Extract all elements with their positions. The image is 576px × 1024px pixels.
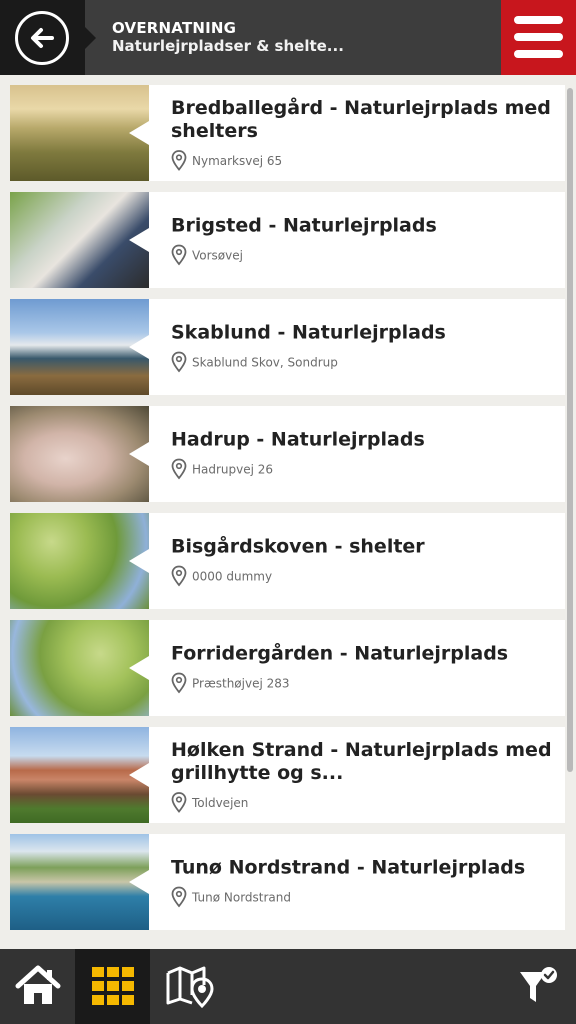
item-title: Hølken Strand - Naturlejrplads med grill…	[171, 739, 552, 784]
list-item[interactable]: Bredballegård - Naturlejrplads med shelt…	[10, 85, 565, 181]
home-tab[interactable]	[0, 949, 75, 1024]
item-thumbnail	[10, 513, 149, 609]
item-address: Toldvejen	[171, 792, 555, 813]
location-pin-icon	[171, 886, 187, 908]
header-notch	[85, 27, 96, 49]
item-thumbnail	[10, 406, 149, 502]
map-icon	[166, 966, 214, 1009]
item-thumbnail	[10, 85, 149, 181]
item-title: Skablund - Naturlejrplads	[171, 321, 446, 344]
location-pin-icon	[171, 792, 187, 813]
location-pin-icon	[171, 150, 187, 171]
list-item[interactable]: Skablund - Naturlejrplads Skablund Skov,…	[10, 299, 565, 395]
location-pin-icon	[171, 672, 187, 694]
item-address: Hadrupvej 26	[171, 458, 555, 480]
home-icon	[15, 965, 61, 1004]
page-subtitle: Naturlejrpladser & shelte...	[112, 37, 344, 55]
item-address: Præsthøjvej 283	[171, 672, 555, 694]
item-address: Vorsøvej	[171, 244, 555, 266]
map-view-tab[interactable]	[150, 949, 225, 1024]
filter-tab[interactable]	[501, 949, 576, 1024]
list-view-tab[interactable]	[75, 949, 150, 1024]
item-thumbnail	[10, 192, 149, 288]
item-address: Skablund Skov, Sondrup	[171, 351, 555, 373]
item-thumbnail	[10, 299, 149, 395]
item-thumbnail	[10, 834, 149, 930]
item-title: Bredballegård - Naturlejrplads med shelt…	[171, 97, 551, 142]
location-pin-icon	[171, 565, 187, 587]
grid-icon	[92, 967, 134, 1005]
item-address: Nymarksvej 65	[171, 150, 555, 171]
list-item[interactable]: Tunø Nordstrand - Naturlejrplads Tunø No…	[10, 834, 565, 930]
back-button[interactable]	[0, 0, 85, 75]
list-item[interactable]: Brigsted - Naturlejrplads Vorsøvej	[10, 192, 565, 288]
item-address: 0000 dummy	[171, 565, 555, 587]
header-titles: OVERNATNING Naturlejrpladser & shelte...	[112, 19, 344, 56]
header-bar: OVERNATNING Naturlejrpladser & shelte...	[0, 0, 576, 75]
hamburger-icon	[514, 33, 563, 41]
page-title: OVERNATNING	[112, 19, 237, 37]
location-pin-icon	[171, 458, 187, 480]
hamburger-icon	[514, 50, 563, 58]
location-pin-icon	[171, 244, 187, 266]
list-item[interactable]: Hølken Strand - Naturlejrplads med grill…	[10, 727, 565, 823]
filter-icon	[520, 967, 557, 1002]
campsite-list: Bredballegård - Naturlejrplads med shelt…	[10, 85, 565, 941]
item-title: Brigsted - Naturlejrplads	[171, 214, 437, 237]
item-title: Tunø Nordstrand - Naturlejrplads	[171, 856, 526, 879]
list-item[interactable]: Hadrup - Naturlejrplads Hadrupvej 26	[10, 406, 565, 502]
item-title: Bisgårdskoven - shelter	[171, 535, 425, 558]
location-pin-icon	[171, 351, 187, 373]
hamburger-icon	[514, 16, 563, 24]
item-address: Tunø Nordstrand	[171, 886, 555, 908]
bottom-nav	[0, 949, 576, 1024]
item-title: Forridergården - Naturlejrplads	[171, 642, 509, 665]
menu-button[interactable]	[501, 0, 576, 75]
item-title: Hadrup - Naturlejrplads	[171, 428, 425, 451]
scrollbar[interactable]	[567, 88, 573, 772]
list-item[interactable]: Forridergården - Naturlejrplads Præsthøj…	[10, 620, 565, 716]
item-thumbnail	[10, 620, 149, 716]
list-item[interactable]: Bisgårdskoven - shelter 0000 dummy	[10, 513, 565, 609]
item-thumbnail	[10, 727, 149, 823]
back-arrow-icon	[15, 11, 69, 65]
